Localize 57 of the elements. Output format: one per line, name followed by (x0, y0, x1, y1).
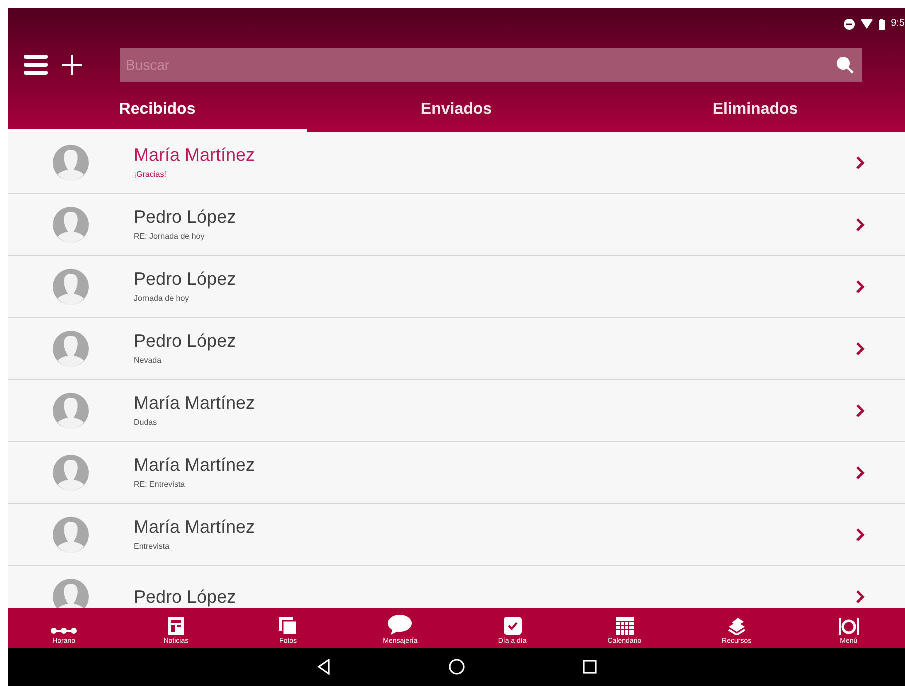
photos-icon (279, 617, 298, 635)
message-row[interactable]: Pedro López Jornada de hoy (8, 256, 905, 318)
avatar-icon (53, 454, 89, 492)
chevron-right-icon (856, 528, 865, 542)
sender-name: Pedro López (134, 206, 238, 228)
speech-bubble-icon (388, 615, 412, 635)
tab[interactable]: Eliminados (606, 90, 905, 132)
wifi-icon (861, 19, 874, 29)
plus-icon[interactable] (62, 55, 82, 75)
plate-cutlery-icon (838, 617, 859, 635)
home-icon[interactable] (448, 659, 464, 675)
avatar-icon (53, 392, 89, 430)
do-not-disturb-icon (844, 18, 856, 30)
menu-icon[interactable] (24, 55, 48, 75)
chevron-right-icon (856, 590, 865, 604)
search-icon[interactable] (836, 56, 854, 74)
sender-name: María Martínez (134, 454, 256, 476)
sender-name: María Martínez (134, 516, 256, 538)
message-row[interactable]: Pedro López RE: Jornada de hoy (8, 194, 905, 256)
dots-line-icon (51, 627, 78, 635)
chevron-right-icon (856, 280, 865, 294)
chevron-right-icon (856, 466, 865, 480)
avatar-icon (53, 268, 89, 306)
message-row[interactable]: María Martínez RE: Entrevista (8, 442, 905, 504)
sender-name: María Martínez (134, 144, 256, 166)
message-subject: RE: Jornada de hoy (134, 231, 206, 243)
status-time: 9:5 (891, 19, 905, 29)
avatar-icon (53, 516, 89, 554)
avatar-icon (53, 206, 89, 244)
chevron-right-icon (856, 218, 865, 232)
message-subject: ¡Gracias! (134, 169, 168, 181)
message-subject: Jornada de hoy (134, 293, 190, 305)
message-subject: Dudas (134, 417, 158, 429)
avatar-icon (53, 330, 89, 368)
back-icon[interactable] (316, 659, 330, 675)
chevron-right-icon (856, 156, 865, 170)
checkbox-icon (504, 617, 522, 635)
books-icon (726, 617, 747, 635)
sender-name: Pedro López (134, 586, 238, 608)
sender-name: María Martínez (134, 392, 256, 414)
message-row[interactable]: María Martínez Dudas (8, 380, 905, 442)
chevron-right-icon (856, 342, 865, 356)
sender-name: Pedro López (134, 330, 238, 352)
message-subject: Entrevista (134, 541, 171, 553)
message-row[interactable]: María Martínez Entrevista (8, 504, 905, 566)
tab[interactable]: Enviados (307, 90, 606, 132)
avatar-icon (53, 144, 89, 182)
message-subject: RE: Entrevista (134, 479, 186, 491)
newspaper-icon (168, 617, 184, 635)
message-row[interactable]: María Martínez ¡Gracias! (8, 132, 905, 194)
battery-icon (879, 18, 886, 30)
chevron-right-icon (856, 404, 865, 418)
recents-icon[interactable] (582, 660, 596, 674)
message-row[interactable]: Pedro López Nevada (8, 318, 905, 380)
sender-name: Pedro López (134, 268, 238, 290)
calendar-icon (616, 617, 634, 635)
message-subject: Nevada (134, 355, 163, 367)
